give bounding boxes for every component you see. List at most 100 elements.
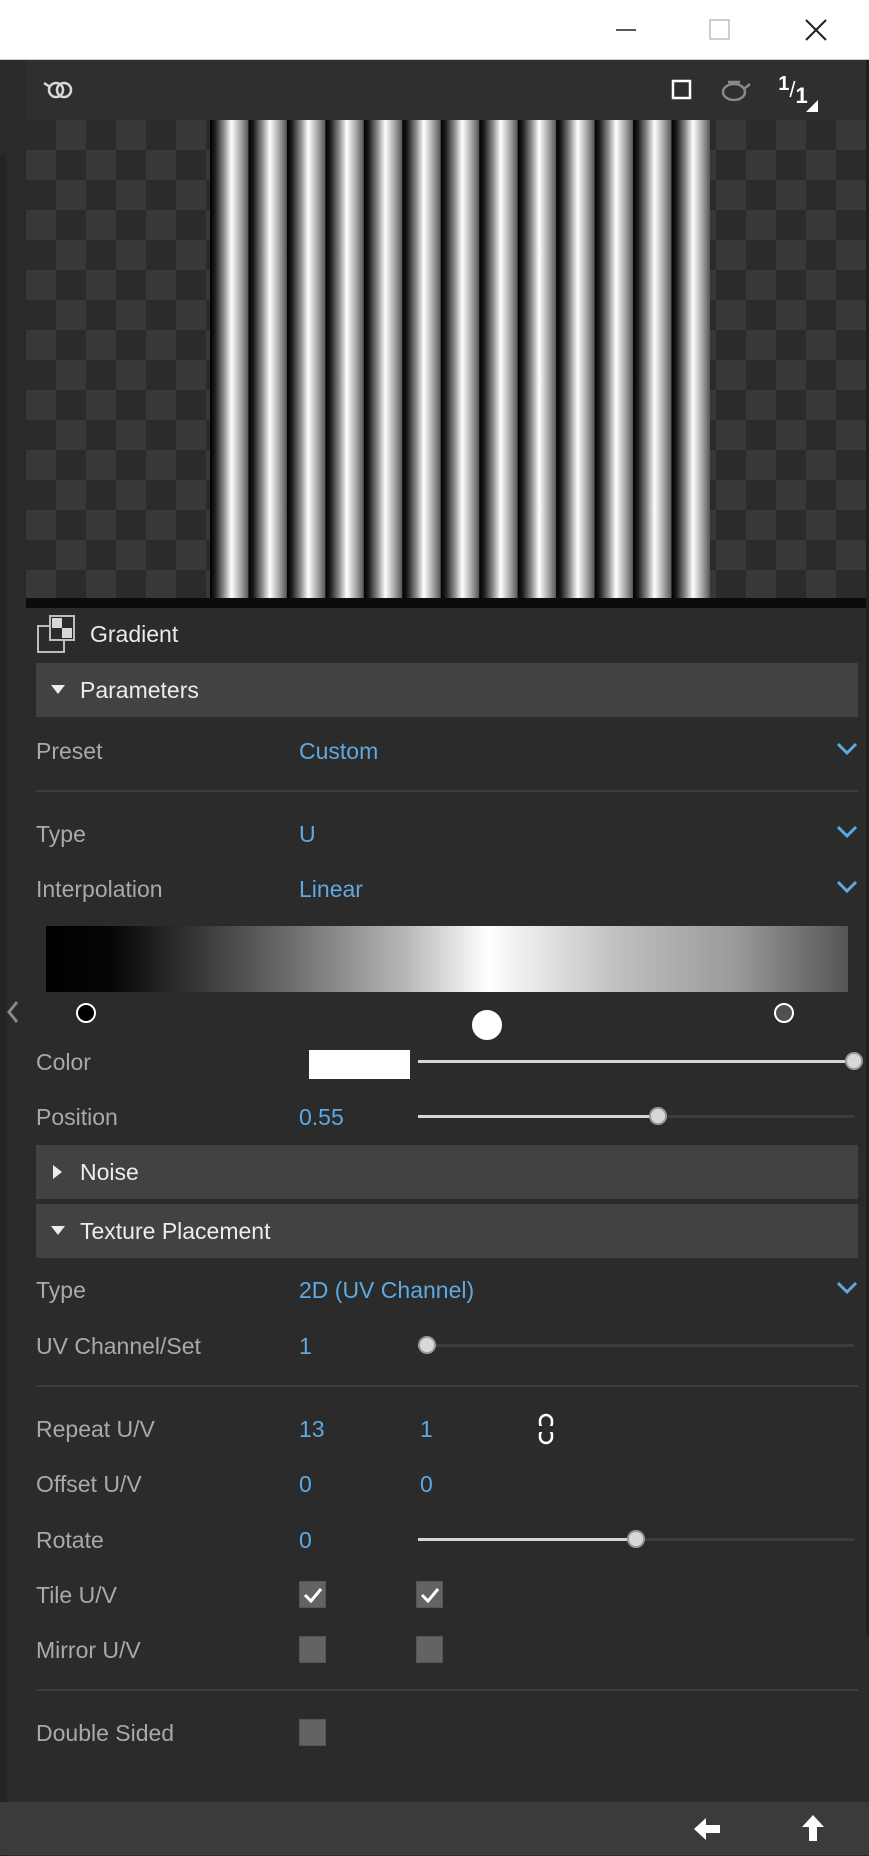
position-slider[interactable] <box>418 1107 854 1125</box>
triangle-down-icon <box>36 685 80 695</box>
chevron-down-icon[interactable] <box>836 824 858 840</box>
close-icon <box>805 18 827 41</box>
rotate-slider-thumb[interactable] <box>627 1530 645 1548</box>
interpolation-dropdown[interactable]: Linear <box>299 867 363 911</box>
arrow-up-icon <box>802 1814 824 1841</box>
preview-stripe <box>479 120 519 598</box>
uv-channel-row: UV Channel/Set 1 <box>36 1324 858 1368</box>
position-label: Position <box>36 1104 118 1130</box>
type-label: Type <box>36 821 86 847</box>
placement-type-row: Type 2D (UV Channel) <box>36 1268 858 1312</box>
tile-v-checkbox[interactable] <box>416 1581 443 1608</box>
preview-stripe <box>594 120 634 598</box>
collapse-panel-button[interactable] <box>6 1000 20 1029</box>
chevron-down-icon[interactable] <box>836 879 858 895</box>
repeat-label: Repeat U/V <box>36 1416 155 1442</box>
chevron-left-icon <box>7 1001 19 1023</box>
offset-u-value[interactable]: 0 <box>299 1462 312 1506</box>
preview-stripe <box>363 120 403 598</box>
up-button[interactable] <box>783 1802 843 1855</box>
gradient-stop[interactable] <box>773 1003 794 1023</box>
corner-dropdown-icon <box>806 100 818 112</box>
tile-label: Tile U/V <box>36 1582 117 1608</box>
square-view-icon[interactable] <box>668 76 696 104</box>
gradient-stripes-preview <box>210 120 710 598</box>
checkmark-icon <box>420 1587 439 1603</box>
position-value[interactable]: 0.55 <box>299 1095 344 1139</box>
color-row: Color <box>36 1040 863 1084</box>
texture-preview <box>26 120 866 598</box>
repeat-row: Repeat U/V 13 1 <box>36 1407 858 1451</box>
preview-stripe <box>402 120 442 598</box>
preview-stripe <box>210 120 249 598</box>
repeat-v-value[interactable]: 1 <box>420 1407 433 1451</box>
link-icon[interactable] <box>536 1413 556 1445</box>
bottom-navigation-bar <box>0 1802 869 1855</box>
mirror-label: Mirror U/V <box>36 1637 141 1663</box>
uv-channel-value[interactable]: 1 <box>299 1324 312 1368</box>
back-button[interactable] <box>678 1802 738 1855</box>
preview-stripe <box>440 120 480 598</box>
uv-channel-slider[interactable] <box>417 1336 854 1354</box>
gradient-node-icon <box>37 615 75 653</box>
section-noise-label: Noise <box>80 1158 139 1185</box>
position-slider-thumb[interactable] <box>648 1107 667 1125</box>
uv-channel-label: UV Channel/Set <box>36 1333 201 1359</box>
double-sided-row: Double Sided <box>36 1711 858 1755</box>
close-button[interactable] <box>788 0 844 59</box>
section-parameters-label: Parameters <box>80 676 199 703</box>
preview-stripe <box>325 120 365 598</box>
gradient-ramp[interactable] <box>46 926 848 992</box>
checkmark-icon <box>303 1587 322 1603</box>
rotate-slider[interactable] <box>418 1530 854 1548</box>
position-slider-fill <box>418 1115 658 1118</box>
rotate-value[interactable]: 0 <box>299 1518 312 1562</box>
rotate-row: Rotate 0 <box>36 1518 858 1562</box>
color-swatch[interactable] <box>309 1050 410 1079</box>
offset-v-value[interactable]: 0 <box>420 1462 433 1506</box>
preview-stripe <box>556 120 596 598</box>
preset-label: Preset <box>36 738 103 764</box>
color-slider-thumb[interactable] <box>845 1052 863 1070</box>
triangle-down-icon <box>36 1226 80 1236</box>
uv-channel-slider-thumb[interactable] <box>417 1336 436 1354</box>
ratio-toggle-button[interactable]: 1 / 1 <box>768 68 818 112</box>
chevron-down-icon[interactable] <box>836 1280 858 1296</box>
placement-type-label: Type <box>36 1277 86 1303</box>
preview-stripe <box>517 120 557 598</box>
ratio-numerator: 1 <box>778 72 790 95</box>
repeat-u-value[interactable]: 13 <box>299 1407 325 1451</box>
preset-row: Preset Custom <box>36 729 858 773</box>
tile-row: Tile U/V <box>36 1573 858 1617</box>
node-title: Gradient <box>90 620 179 647</box>
placement-type-dropdown[interactable]: 2D (UV Channel) <box>299 1268 474 1312</box>
gradient-stop-selected[interactable] <box>472 1010 503 1040</box>
teapot-icon[interactable] <box>716 74 752 104</box>
interpolation-row: Interpolation Linear <box>36 867 858 911</box>
mirror-u-checkbox[interactable] <box>299 1636 326 1663</box>
mirror-v-checkbox[interactable] <box>416 1636 443 1663</box>
triangle-right-icon <box>36 1165 80 1179</box>
minimize-button[interactable] <box>598 0 654 59</box>
color-slider-fill <box>418 1060 854 1063</box>
maximize-button[interactable] <box>692 0 748 59</box>
property-panel: Gradient Parameters Preset Custom Type U… <box>26 608 866 1802</box>
double-sided-label: Double Sided <box>36 1720 175 1746</box>
link-chain-icon[interactable] <box>40 74 76 106</box>
chevron-down-icon[interactable] <box>836 741 858 757</box>
section-parameters[interactable]: Parameters <box>36 663 858 717</box>
section-texture-placement[interactable]: Texture Placement <box>36 1204 858 1258</box>
preset-dropdown[interactable]: Custom <box>299 729 378 773</box>
mirror-row: Mirror U/V <box>36 1628 858 1672</box>
node-header: Gradient <box>36 615 179 653</box>
offset-label: Offset U/V <box>36 1471 142 1497</box>
section-noise[interactable]: Noise <box>36 1145 858 1199</box>
divider <box>36 790 858 792</box>
rotate-label: Rotate <box>36 1527 104 1553</box>
double-sided-checkbox[interactable] <box>299 1719 326 1746</box>
color-slider[interactable] <box>418 1052 863 1070</box>
gradient-stop[interactable] <box>76 1003 97 1023</box>
tile-u-checkbox[interactable] <box>299 1581 326 1608</box>
type-dropdown[interactable]: U <box>299 812 316 856</box>
viewer-toolbar: 1 / 1 <box>26 60 866 120</box>
